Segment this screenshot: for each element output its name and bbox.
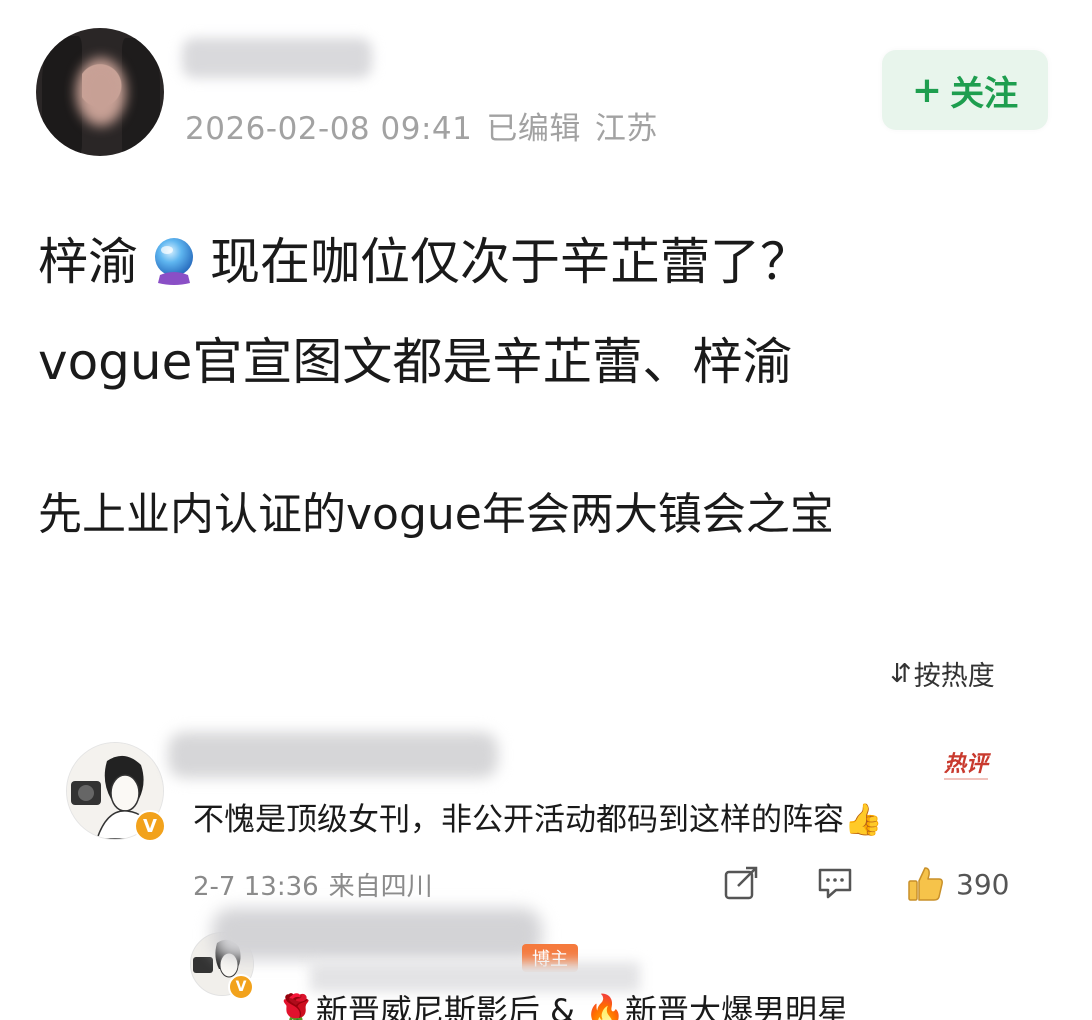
comment-meta: 2-7 13:36 来自四川	[193, 866, 443, 903]
post-meta: 2026-02-08 09:41 已编辑 江苏	[185, 103, 672, 148]
share-button[interactable]	[722, 864, 760, 906]
post-text-line2: vogue官宣图文都是辛芷蕾、梓渝	[38, 333, 793, 391]
verified-badge-icon: V	[228, 974, 254, 1000]
post-line1-prefix: 梓渝	[38, 233, 138, 291]
reply-name-blurred[interactable]	[212, 908, 542, 960]
sort-icon: ⇵	[890, 658, 912, 689]
comment-source: 来自四川	[328, 872, 433, 902]
reply-button[interactable]	[816, 864, 854, 906]
sort-by-hot-button[interactable]: ⇵ 按热度	[890, 654, 995, 693]
commenter-name-blurred[interactable]	[168, 732, 498, 778]
post-timestamp: 2026-02-08 09:41	[185, 111, 473, 147]
author-avatar[interactable]	[36, 28, 164, 156]
post-text-line3: 先上业内认证的vogue年会两大镇会之宝	[38, 489, 834, 540]
sort-label: 按热度	[913, 661, 995, 692]
hot-comment-tag: 热评	[944, 746, 989, 780]
edited-label: 已编辑	[486, 111, 581, 147]
share-icon	[724, 866, 758, 900]
weibo-post-page: 2026-02-08 09:41 已编辑 江苏 + 关注 梓渝 现在咖位仅次于辛芷蕾…	[0, 0, 1092, 1020]
follow-label: 关注	[950, 73, 1019, 114]
post-location: 江苏	[594, 111, 658, 147]
post-line1-suffix: 现在咖位仅次于辛芷蕾了？	[210, 233, 810, 291]
reply-text: 🌹新晋威尼斯影后 & 🔥新晋大爆男明星	[276, 992, 849, 1020]
author-name-blurred[interactable]	[182, 38, 372, 78]
follow-button[interactable]: + 关注	[882, 50, 1048, 130]
verified-badge-icon: V	[134, 810, 166, 842]
comment-time: 2-7 13:36	[193, 872, 319, 902]
thumbs-up-icon	[908, 867, 943, 901]
crystal-ball-icon	[155, 238, 193, 285]
comment-icon	[818, 868, 852, 899]
comment-text: 不愧是顶级女刊，非公开活动都码到这样的阵容👍	[193, 802, 883, 838]
like-button[interactable]: 390	[906, 864, 1009, 904]
like-count: 390	[956, 867, 1010, 901]
post-text-line1: 梓渝 现在咖位仅次于辛芷蕾了？	[38, 222, 810, 294]
plus-icon: +	[911, 69, 943, 111]
